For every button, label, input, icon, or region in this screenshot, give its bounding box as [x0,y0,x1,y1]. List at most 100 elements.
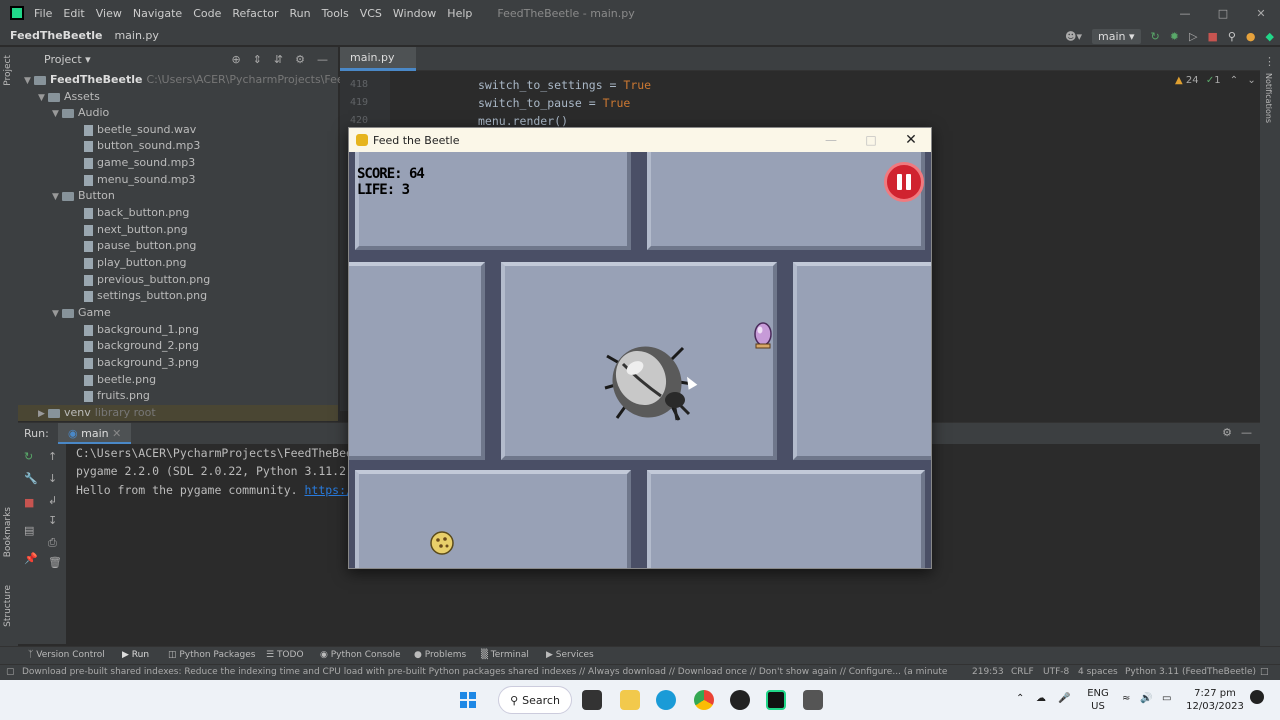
scroll-to-end-icon[interactable]: ↧ [48,514,57,527]
tree-file[interactable]: settings_button.png [84,288,207,304]
task-view-icon[interactable] [582,690,602,710]
chevron-up-icon[interactable]: ⌃ [1016,692,1024,705]
menu-run[interactable]: Run [290,7,311,20]
menu-window[interactable]: Window [393,7,436,20]
pause-button[interactable] [884,162,924,202]
tree-assets[interactable]: ▼ Assets [38,89,100,105]
tree-game[interactable]: ▼ Game [52,305,111,321]
pycharm-taskbar-icon[interactable] [766,690,786,710]
tool-terminal[interactable]: ▒ Terminal [481,650,529,660]
menu-navigate[interactable]: Navigate [133,7,182,20]
more-icon[interactable]: ⋮ [1264,55,1275,68]
run-config-select[interactable]: main ▾ [1092,28,1141,44]
stop-icon[interactable]: ■ [24,496,34,509]
debug-icon[interactable]: ✹ [1170,30,1179,43]
tree-file[interactable]: previous_button.png [84,272,210,288]
close-icon[interactable]: ✕ [1242,0,1280,26]
game-window-taskbar-icon[interactable] [803,690,823,710]
stripe-notifications[interactable]: Notifications [1264,73,1273,123]
expand-all-icon[interactable]: ⇕ [253,53,262,66]
chevron-up-icon[interactable]: ⌃ [1230,75,1238,86]
hide-icon[interactable]: — [1241,426,1252,439]
volume-icon[interactable]: 🔊 [1140,692,1152,705]
collapse-all-icon[interactable]: ⇵ [274,53,283,66]
notification-icon[interactable] [1250,690,1264,704]
wrench-icon[interactable]: 🔧 [24,472,38,485]
lock-icon[interactable]: □ [1260,667,1269,677]
tree-file[interactable]: game_sound.mp3 [84,155,195,171]
tree-file[interactable]: background_3.png [84,355,199,371]
tree-file[interactable]: next_button.png [84,222,188,238]
minimize-icon[interactable]: — [811,128,851,152]
breadcrumb-project[interactable]: FeedTheBeetle [10,29,102,42]
trash-icon[interactable]: 🗑 [48,556,62,569]
maximize-icon[interactable]: □ [1204,0,1242,26]
user-icon[interactable]: ☻▾ [1065,30,1082,43]
tree-file[interactable]: play_button.png [84,255,187,271]
edge-icon[interactable] [656,690,676,710]
close-tab-icon[interactable]: ✕ [112,427,121,440]
soft-wrap-icon[interactable]: ↲ [48,494,57,507]
arrow-down-icon[interactable]: ↓ [48,472,57,485]
hide-icon[interactable]: — [317,53,328,66]
pin-icon[interactable]: 📌 [24,552,38,565]
app-icon[interactable] [730,690,750,710]
locate-icon[interactable]: ⊕ [231,53,240,66]
tool-run[interactable]: ▶ Run [122,650,149,660]
tree-file[interactable]: beetle_sound.wav [84,122,196,138]
tab-main-py[interactable]: main.py [340,47,416,71]
chrome-icon[interactable] [694,690,714,710]
maximize-icon[interactable]: □ [851,128,891,152]
tree-file[interactable]: beetle.png [84,372,156,388]
stripe-project[interactable]: Project [3,55,13,86]
status-encoding[interactable]: UTF-8 [1043,667,1069,677]
plugin-icon[interactable]: ◆ [1266,30,1274,43]
project-view-select[interactable]: Project ▾ [44,53,91,66]
clock[interactable]: 7:27 pm 12/03/2023 [1186,687,1244,713]
tree-file[interactable]: fruits.png [84,388,150,404]
tool-todo[interactable]: ☰ TODO [266,650,304,660]
stripe-structure[interactable]: Structure [3,585,13,627]
menu-edit[interactable]: Edit [63,7,84,20]
rerun-icon[interactable]: ↻ [1151,30,1160,43]
tree-file[interactable]: back_button.png [84,205,189,221]
run-tab-main[interactable]: ◉ main ✕ [58,423,132,445]
game-canvas[interactable]: SCORE: 64 LIFE: 3 [349,152,931,568]
tree-file[interactable]: background_2.png [84,338,199,354]
tool-python-console[interactable]: ◉ Python Console [320,650,401,660]
stripe-bookmarks[interactable]: Bookmarks [3,507,13,557]
tree-file[interactable]: pause_button.png [84,238,196,254]
minimize-icon[interactable]: — [1166,0,1204,26]
status-message[interactable]: Download pre-built shared indexes: Reduc… [22,667,947,677]
wifi-icon[interactable]: ≈ [1122,692,1130,705]
settings-gear-icon[interactable]: ⚙ [295,53,305,66]
tree-venv[interactable]: ▶ venv library root [18,405,338,421]
breadcrumb-file[interactable]: main.py [114,29,158,42]
menu-tools[interactable]: Tools [322,7,349,20]
menu-refactor[interactable]: Refactor [232,7,278,20]
chevron-down-icon[interactable]: ⌄ [1247,75,1255,86]
status-indent[interactable]: 4 spaces [1078,667,1118,677]
battery-icon[interactable]: ▭ [1162,692,1171,705]
layout-icon[interactable]: ▤ [24,524,34,537]
tree-file[interactable]: button_sound.mp3 [84,138,200,154]
status-position[interactable]: 219:53 [972,667,1004,677]
search-icon[interactable]: ⚲ [1228,30,1236,43]
arrow-up-icon[interactable]: ↑ [48,450,57,463]
cloud-icon[interactable]: ☁ [1036,692,1046,705]
menu-vcs[interactable]: VCS [360,7,382,20]
tool-problems[interactable]: ● Problems [414,650,466,660]
rerun-icon[interactable]: ↻ [24,450,33,463]
language-indicator[interactable]: ENG US [1084,687,1112,713]
tool-version-control[interactable]: ᛉ Version Control [28,650,105,660]
tool-services[interactable]: ▶ Services [546,650,594,660]
updates-icon[interactable]: ● [1246,30,1256,43]
status-interpreter[interactable]: Python 3.11 (FeedTheBeetle) [1125,667,1256,677]
coverage-icon[interactable]: ▷ [1189,30,1197,43]
status-line-separator[interactable]: CRLF [1011,667,1034,677]
tree-audio[interactable]: ▼ Audio [52,105,109,121]
stop-icon[interactable]: ■ [1207,30,1217,43]
settings-gear-icon[interactable]: ⚙ [1222,426,1232,439]
microphone-icon[interactable]: 🎤 [1058,692,1070,705]
menu-help[interactable]: Help [447,7,472,20]
